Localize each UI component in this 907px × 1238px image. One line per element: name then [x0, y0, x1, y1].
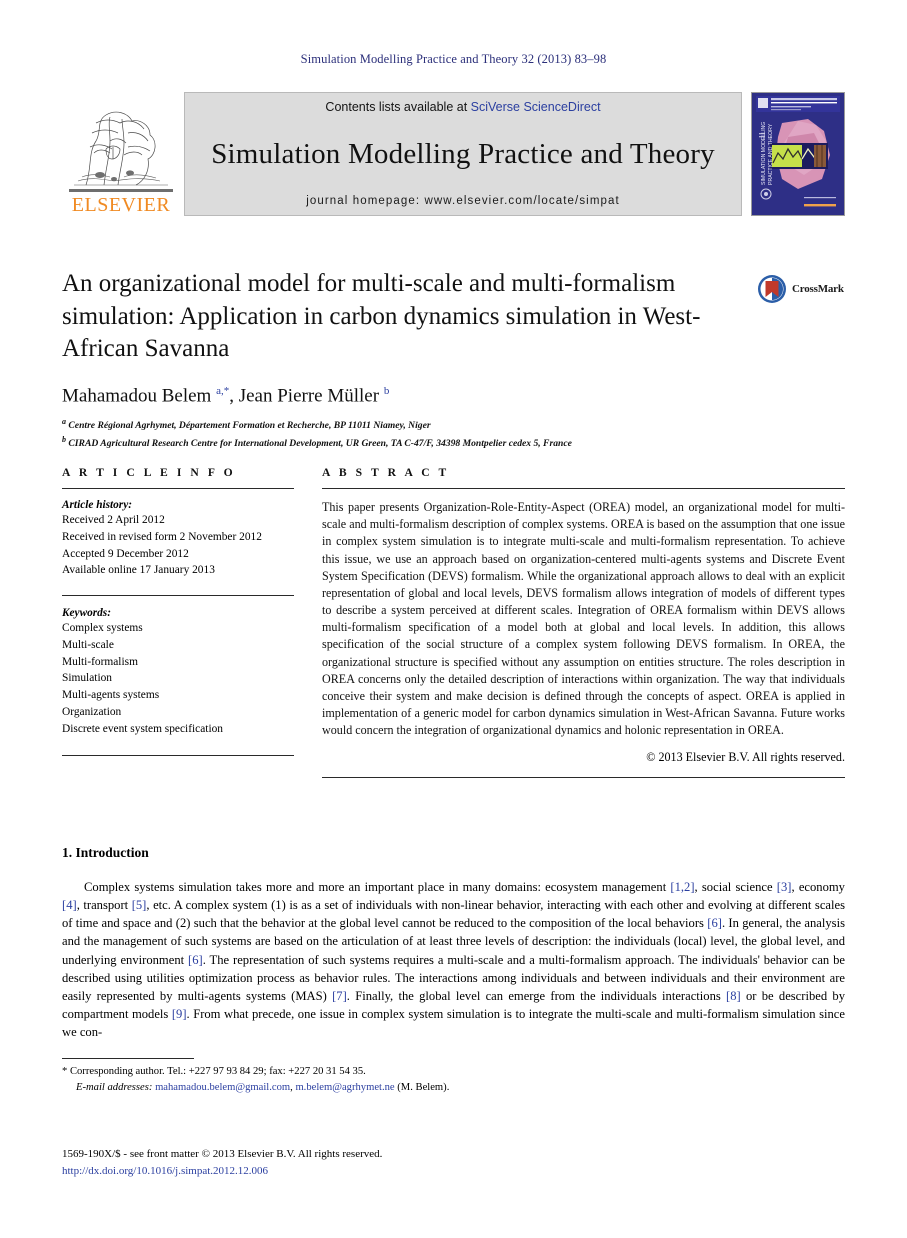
abstract-text: This paper presents Organization-Role-En… — [322, 500, 845, 738]
article-history-label: Article history: — [62, 499, 132, 511]
contents-lists-prefix: Contents lists available at — [325, 100, 471, 114]
keywords-block: Keywords: Complex systems Multi-scale Mult… — [62, 595, 294, 737]
journal-masthead: ELSEVIER Contents lists available at Sci… — [62, 92, 845, 216]
list-item: Multi-agents systems — [62, 689, 160, 702]
svg-text:PRACTICE AND THEORY: PRACTICE AND THEORY — [768, 123, 774, 185]
corresponding-author-note: * Corresponding author. Tel.: +227 97 93… — [62, 1066, 366, 1077]
list-item: Simulation — [62, 672, 112, 685]
journal-homepage[interactable]: journal homepage: www.elsevier.com/locat… — [306, 195, 620, 207]
list-item: Accepted 9 December 2012 — [62, 547, 189, 560]
footnote-block: * Corresponding author. Tel.: +227 97 93… — [62, 1064, 662, 1096]
abstract-heading: A B S T R A C T — [322, 466, 450, 479]
article-history-list: Received 2 April 2012 Received in revised… — [62, 512, 294, 579]
elsevier-wordmark: ELSEVIER — [71, 194, 171, 216]
divider — [62, 755, 294, 757]
list-item: Multi-scale — [62, 638, 114, 651]
running-head: Simulation Modelling Practice and Theory… — [300, 52, 607, 66]
list-item: Complex systems — [62, 622, 143, 635]
divider — [322, 777, 845, 779]
svg-text:SIMULATION MODELLING: SIMULATION MODELLING — [761, 122, 767, 185]
contents-lists-line: Contents lists available at SciVerse Sci… — [325, 100, 600, 114]
article-info-column: A R T I C L E I N F O Article history: R… — [62, 466, 294, 778]
list-item: Discrete event system specification — [62, 722, 223, 735]
list-item: Received in revised form 2 November 2012 — [62, 530, 262, 543]
issn-copyright-line: 1569-190X/$ - see front matter © 2013 El… — [62, 1148, 383, 1160]
affiliation-b-text: CIRAD Agricultural Research Centre for I… — [68, 437, 572, 449]
elsevier-logo: ELSEVIER — [62, 92, 180, 216]
paper-page: Simulation Modelling Practice and Theory… — [0, 0, 907, 1238]
section-heading-introduction: 1. Introduction — [62, 845, 149, 860]
journal-banner: Contents lists available at SciVerse Sci… — [184, 92, 742, 216]
sciencedirect-link[interactable]: SciVerse ScienceDirect — [471, 100, 601, 114]
affiliation-a-text: Centre Régional Agrhymet, Département Fo… — [68, 420, 431, 432]
crossmark-badge[interactable]: CrossMark — [757, 272, 849, 306]
list-item: Organization — [62, 705, 122, 718]
article-info-heading: A R T I C L E I N F O — [62, 466, 236, 479]
divider — [62, 488, 294, 489]
divider — [62, 595, 294, 597]
footnote-divider — [62, 1058, 194, 1059]
elsevier-tree-icon — [66, 97, 176, 189]
page-title: An organizational model for multi-scale … — [62, 270, 701, 362]
list-item: Multi-formalism — [62, 655, 138, 668]
journal-cover-thumbnail: SIMULATION MODELLING PRACTICE AND THEORY — [751, 92, 845, 216]
abstract-copyright: © 2013 Elsevier B.V. All rights reserved… — [646, 750, 845, 765]
crossmark-label: CrossMark — [792, 283, 844, 295]
elsevier-rule — [69, 189, 173, 192]
email-addresses-note[interactable]: E-mail addresses: mahamadou.belem@gmail.… — [62, 1080, 662, 1096]
affiliation-list: a Centre Régional Agrhymet, Département … — [62, 416, 752, 452]
introduction-paragraph: Complex systems simulation takes more an… — [62, 880, 845, 1039]
list-item: Received 2 April 2012 — [62, 514, 165, 526]
author-list: Mahamadou Belem a,*, Jean Pierre Müller … — [62, 384, 390, 406]
info-abstract-columns: A R T I C L E I N F O Article history: R… — [62, 466, 845, 779]
title-block: An organizational model for multi-scale … — [62, 268, 752, 451]
journal-title: Simulation Modelling Practice and Theory — [211, 138, 715, 170]
divider — [322, 488, 845, 489]
abstract-column: A B S T R A C T This paper presents Orga… — [322, 466, 845, 779]
affiliation-b: b CIRAD Agricultural Research Centre for… — [62, 434, 572, 449]
keywords-label: Keywords: — [62, 607, 111, 620]
crossmark-icon — [758, 275, 786, 303]
list-item: Available online 17 January 2013 — [62, 564, 215, 577]
keywords-list: Complex systems Multi-scale Multi-formalis… — [62, 620, 294, 737]
doi-link[interactable]: http://dx.doi.org/10.1016/j.simpat.2012.… — [62, 1165, 268, 1177]
affiliation-a: a Centre Régional Agrhymet, Département … — [62, 416, 431, 432]
